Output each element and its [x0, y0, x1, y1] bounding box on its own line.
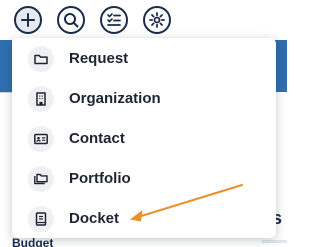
- docket-book-icon: [28, 206, 54, 232]
- add-button[interactable]: [14, 6, 42, 34]
- menu-item-label: Portfolio: [69, 170, 131, 187]
- settings-button[interactable]: [143, 6, 171, 34]
- settings-icon: [149, 12, 165, 28]
- menu-item-label: Request: [69, 50, 129, 67]
- building-icon: [28, 86, 54, 112]
- search-icon: [64, 13, 79, 28]
- create-menu: Request Organization Contact Portfolio D…: [12, 38, 276, 238]
- search-button[interactable]: [57, 6, 85, 34]
- folder-icon: [28, 46, 54, 72]
- menu-item-label: Organization: [69, 90, 161, 107]
- background-divider: [0, 92, 12, 93]
- menu-item-portfolio[interactable]: Portfolio: [12, 159, 276, 199]
- menu-item-docket[interactable]: Docket: [12, 199, 276, 239]
- menu-item-contact[interactable]: Contact: [12, 119, 276, 159]
- menu-item-request[interactable]: Request: [12, 39, 276, 79]
- tasks-button[interactable]: [100, 6, 128, 34]
- add-icon: [21, 13, 35, 27]
- toolbar: [0, 0, 287, 40]
- background-divider-right: [262, 240, 287, 243]
- background-banner: [0, 40, 12, 92]
- background-banner-right: [275, 40, 287, 92]
- menu-item-label: Docket: [69, 210, 120, 227]
- folders-icon: [28, 166, 54, 192]
- menu-item-organization[interactable]: Organization: [12, 79, 276, 119]
- menu-item-label: Contact: [69, 130, 125, 147]
- task-list-icon: [107, 13, 121, 26]
- contact-card-icon: [28, 126, 54, 152]
